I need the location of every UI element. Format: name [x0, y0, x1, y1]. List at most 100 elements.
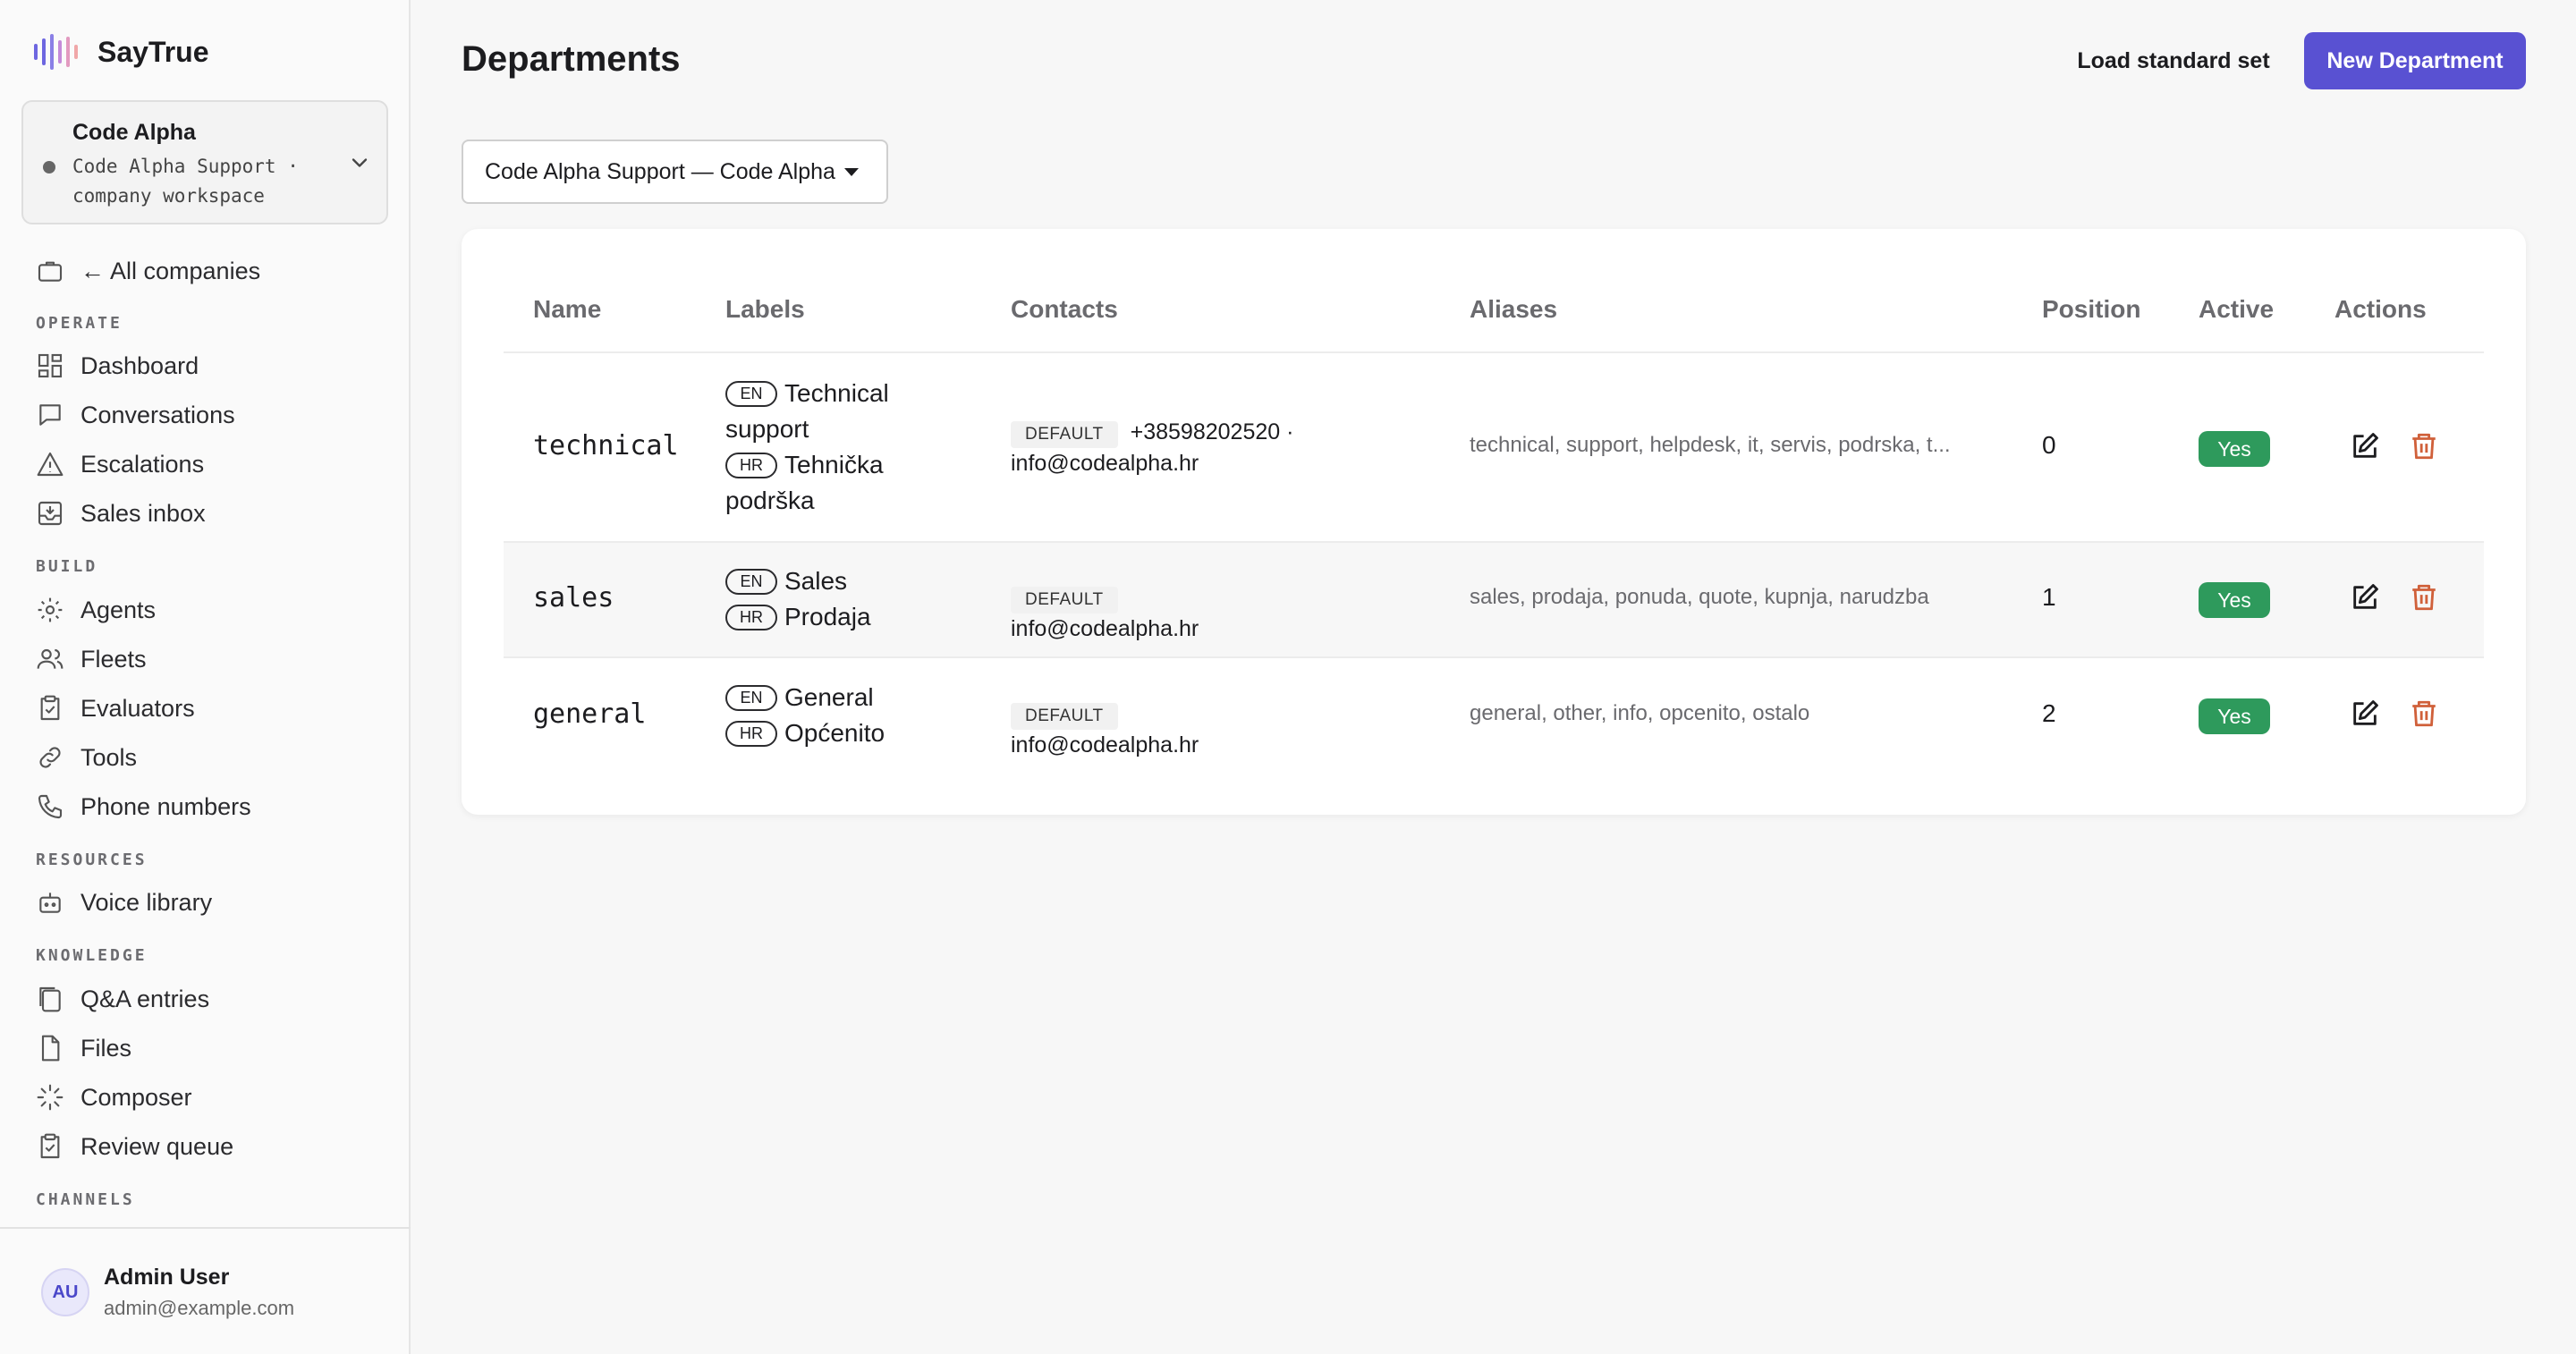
trash-icon[interactable]: [2409, 582, 2439, 613]
load-standard-set-button[interactable]: Load standard set: [2066, 36, 2281, 86]
nav-review-queue[interactable]: Review queue: [36, 1129, 233, 1164]
aliases-cell: general, other, info, opcenito, ostalo: [1470, 701, 1810, 725]
nav-escalations[interactable]: Escalations: [36, 446, 204, 482]
nav-all-companies[interactable]: ← All companies: [36, 253, 260, 289]
nav-tools[interactable]: Tools: [36, 740, 137, 775]
contact-value: info@codealpha.hr: [1011, 616, 1199, 641]
contact-cell: DEFAULT +38598202520 · info@codealpha.hr: [1011, 417, 1315, 478]
chat-icon: [39, 404, 61, 426]
phone-icon: [38, 794, 63, 819]
company-switcher[interactable]: Code Alpha Code Alpha Support · company …: [21, 100, 388, 224]
brand[interactable]: SayTrue: [34, 30, 209, 73]
nav-voice-library[interactable]: Voice library: [36, 884, 212, 920]
section-channels: CHANNELS: [36, 1190, 135, 1209]
section-build: BUILD: [36, 557, 98, 576]
label-hr: HR Prodaja: [725, 599, 922, 635]
user-menu[interactable]: AU Admin User admin@example.com: [0, 1227, 411, 1354]
lang-badge: HR: [725, 453, 777, 478]
brand-name: SayTrue: [97, 35, 209, 68]
company-subtitle: Code Alpha Support · company workspace: [72, 156, 299, 207]
label-en: EN Technical support: [725, 376, 922, 447]
users-icon: [37, 648, 64, 669]
section-resources: RESOURCES: [36, 850, 148, 869]
section-knowledge: KNOWLEDGE: [36, 946, 148, 965]
trash-icon[interactable]: [2409, 698, 2439, 729]
nav-dashboard[interactable]: Dashboard: [36, 348, 199, 384]
nav-sales-inbox[interactable]: Sales inbox: [36, 495, 206, 531]
user-name: Admin User: [104, 1265, 230, 1290]
edit-icon[interactable]: [2350, 582, 2380, 613]
nav-files[interactable]: Files: [36, 1030, 131, 1066]
nav-label: Agents: [80, 596, 157, 623]
default-tag: DEFAULT: [1011, 421, 1118, 448]
warning-icon: [37, 452, 64, 477]
col-header-position[interactable]: Position: [2042, 295, 2140, 324]
nav-label: Files: [80, 1034, 132, 1062]
position-cell: 1: [2042, 583, 2056, 611]
gear-icon: [38, 597, 63, 622]
waveform-icon: [34, 34, 78, 70]
lang-badge: EN: [725, 685, 777, 711]
clipboard-check-icon: [40, 1133, 60, 1159]
nav-label: Evaluators: [80, 694, 195, 722]
user-email: admin@example.com: [104, 1297, 295, 1319]
label-text: Općenito: [784, 719, 886, 747]
nav-qa-entries[interactable]: Q&A entries: [36, 981, 209, 1017]
lang-badge: HR: [725, 605, 777, 630]
nav-phone-numbers[interactable]: Phone numbers: [36, 789, 251, 825]
avatar: AU: [41, 1268, 89, 1316]
lang-badge: HR: [725, 721, 777, 747]
nav-label: Phone numbers: [80, 792, 251, 820]
col-header-aliases[interactable]: Aliases: [1470, 295, 1557, 324]
default-tag: DEFAULT: [1011, 703, 1118, 730]
nav-agents[interactable]: Agents: [36, 592, 156, 628]
lang-badge: EN: [725, 569, 777, 595]
nav-label: Sales inbox: [80, 499, 206, 527]
nav-composer[interactable]: Composer: [36, 1079, 192, 1115]
nav-evaluators[interactable]: Evaluators: [36, 690, 195, 726]
nav-label: Escalations: [80, 450, 205, 478]
row-divider: [504, 541, 2484, 543]
label-text: Prodaja: [784, 603, 871, 630]
department-name: general: [533, 698, 647, 730]
copy-icon: [39, 986, 61, 1012]
workspace-select[interactable]: Code Alpha Support — Code Alpha: [462, 140, 888, 204]
col-header-contacts[interactable]: Contacts: [1011, 295, 1118, 324]
label-hr: HR Tehnička podrška: [725, 447, 922, 519]
row-divider: [504, 656, 2484, 658]
department-name: technical: [533, 430, 679, 461]
caret-down-icon: [843, 167, 859, 176]
workspace-select-value: Code Alpha Support — Code Alpha: [485, 158, 835, 184]
trash-icon[interactable]: [2409, 431, 2439, 461]
dashboard-icon: [38, 353, 63, 378]
chevron-down-icon: [352, 158, 368, 167]
clipboard-check-icon: [40, 695, 60, 721]
nav-label: ← All companies: [80, 257, 261, 284]
nav-label: Q&A entries: [80, 985, 210, 1012]
loader-icon: [37, 1084, 64, 1111]
position-cell: 2: [2042, 699, 2056, 727]
label-hr: HR Općenito: [725, 715, 922, 751]
status-badge: Yes: [2199, 698, 2270, 734]
briefcase-icon: [38, 261, 63, 282]
position-cell: 0: [2042, 431, 2056, 459]
link-icon: [39, 747, 61, 768]
col-header-labels[interactable]: Labels: [725, 295, 805, 324]
label-text: General: [784, 683, 874, 711]
nav-fleets[interactable]: Fleets: [36, 641, 147, 677]
nav-label: Conversations: [80, 401, 235, 428]
nav-label: Fleets: [80, 645, 147, 673]
nav-label: Review queue: [80, 1132, 234, 1160]
col-header-active[interactable]: Active: [2199, 295, 2274, 324]
nav-conversations[interactable]: Conversations: [36, 397, 235, 433]
sidebar: SayTrue Code Alpha Code Alpha Support · …: [0, 0, 411, 1354]
new-department-button[interactable]: New Department: [2304, 32, 2526, 89]
lang-badge: EN: [725, 381, 777, 407]
status-badge: Yes: [2199, 431, 2270, 467]
edit-icon[interactable]: [2350, 431, 2380, 461]
page-title: Departments: [462, 39, 681, 79]
inbox-icon: [38, 501, 63, 526]
edit-icon[interactable]: [2350, 698, 2380, 729]
col-header-name[interactable]: Name: [533, 295, 601, 324]
file-icon: [41, 1035, 60, 1062]
